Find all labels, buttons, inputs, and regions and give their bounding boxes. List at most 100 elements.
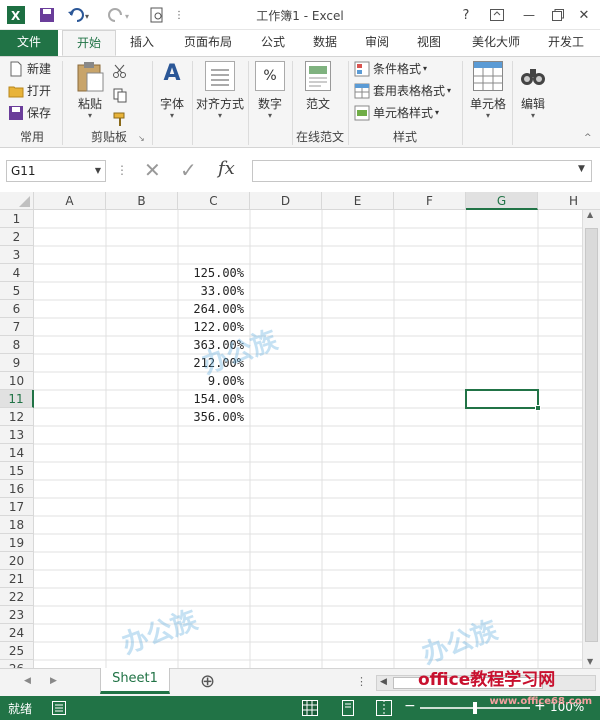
fill-handle[interactable] <box>535 405 541 411</box>
confirm-entry-icon[interactable]: ✓ <box>180 158 197 182</box>
row-header-21[interactable]: 21 <box>0 570 34 588</box>
row-header-12[interactable]: 12 <box>0 408 34 426</box>
column-header-g[interactable]: G <box>466 192 538 210</box>
row-header-6[interactable]: 6 <box>0 300 34 318</box>
row-header-24[interactable]: 24 <box>0 624 34 642</box>
name-box[interactable]: G11 ▼ <box>6 160 106 182</box>
row-header-7[interactable]: 7 <box>0 318 34 336</box>
row-header-2[interactable]: 2 <box>0 228 34 246</box>
row-header-3[interactable]: 3 <box>0 246 34 264</box>
tab-formulas[interactable]: 公式 <box>250 30 296 56</box>
cell-c6[interactable]: 264.00% <box>178 300 244 318</box>
page-layout-view-icon[interactable] <box>340 700 356 716</box>
row-header-9[interactable]: 9 <box>0 354 34 372</box>
vertical-scroll-thumb[interactable] <box>585 228 598 642</box>
expand-formula-icon[interactable]: ▼ <box>578 164 585 174</box>
sheet-tab-sheet1[interactable]: Sheet1 <box>100 668 170 694</box>
alignment-button[interactable]: 对齐方式 ▾ <box>194 61 246 120</box>
tab-developer[interactable]: 开发工 <box>538 30 600 56</box>
new-button[interactable]: 新建 <box>8 59 51 79</box>
restore-icon[interactable] <box>548 5 568 25</box>
cell-c7[interactable]: 122.00% <box>178 318 244 336</box>
tab-home[interactable]: 开始 <box>62 30 116 56</box>
ribbon-display-icon[interactable] <box>486 5 508 25</box>
tab-data[interactable]: 数据 <box>302 30 348 56</box>
open-button[interactable]: 打开 <box>8 81 51 101</box>
row-header-22[interactable]: 22 <box>0 588 34 606</box>
scroll-up-icon[interactable]: ▲ <box>587 210 593 219</box>
minimize-button[interactable]: — <box>518 5 540 25</box>
formula-input[interactable] <box>252 160 592 182</box>
save-button[interactable]: 保存 <box>8 103 51 123</box>
row-header-4[interactable]: 4 <box>0 264 34 282</box>
tab-review[interactable]: 审阅 <box>354 30 400 56</box>
cell-styles-button[interactable]: 单元格样式 ▾ <box>354 103 439 123</box>
column-header-a[interactable]: A <box>34 192 106 210</box>
macro-record-icon[interactable] <box>52 701 66 715</box>
active-cell[interactable] <box>465 389 541 411</box>
name-box-dropdown-icon[interactable]: ▼ <box>95 161 101 181</box>
cell-c5[interactable]: 33.00% <box>178 282 244 300</box>
dialog-launcher-icon[interactable]: ↘ <box>138 134 145 143</box>
column-header-f[interactable]: F <box>394 192 466 210</box>
row-header-20[interactable]: 20 <box>0 552 34 570</box>
row-header-1[interactable]: 1 <box>0 210 34 228</box>
scroll-down-icon[interactable]: ▼ <box>587 657 593 666</box>
row-header-10[interactable]: 10 <box>0 372 34 390</box>
row-header-26[interactable]: 26 <box>0 660 34 668</box>
font-button[interactable]: A 字体 ▾ <box>154 61 190 120</box>
close-button[interactable]: ✕ <box>574 5 594 25</box>
column-header-c[interactable]: C <box>178 192 250 210</box>
vertical-scrollbar[interactable]: ▲ ▼ <box>582 210 600 668</box>
tab-insert[interactable]: 插入 <box>118 30 166 56</box>
cut-button[interactable] <box>112 61 131 81</box>
next-sheet-icon[interactable]: ▶ <box>50 676 57 686</box>
column-header-e[interactable]: E <box>322 192 394 210</box>
collapse-ribbon-icon[interactable]: ^ <box>584 133 592 143</box>
tab-beautify[interactable]: 美化大师 <box>458 30 534 56</box>
row-header-11[interactable]: 11 <box>0 390 34 408</box>
format-painter-button[interactable] <box>112 109 131 129</box>
copy-button[interactable] <box>112 85 131 105</box>
paste-button[interactable]: 粘贴 ▾ <box>70 61 110 120</box>
worksheet-grid[interactable]: ABCDEFGH 1 2 3 4 5 6 7 8 9 10 11 12 13 14 15 16 17 18 19 20… <box>0 192 600 668</box>
insert-function-button[interactable]: fx <box>218 158 235 179</box>
cancel-entry-icon[interactable]: ✕ <box>144 158 161 182</box>
row-header-8[interactable]: 8 <box>0 336 34 354</box>
tab-split-grip-icon[interactable]: ⋮ <box>356 675 367 688</box>
row-header-17[interactable]: 17 <box>0 498 34 516</box>
cell-c9[interactable]: 212.00% <box>178 354 244 372</box>
format-as-table-button[interactable]: 套用表格格式 ▾ <box>354 81 451 101</box>
column-header-d[interactable]: D <box>250 192 322 210</box>
row-header-23[interactable]: 23 <box>0 606 34 624</box>
tab-view[interactable]: 视图 <box>406 30 452 56</box>
row-header-19[interactable]: 19 <box>0 534 34 552</box>
number-button[interactable]: % 数字 ▾ <box>252 61 288 120</box>
row-header-25[interactable]: 25 <box>0 642 34 660</box>
select-all-corner[interactable] <box>0 192 34 210</box>
row-header-14[interactable]: 14 <box>0 444 34 462</box>
cell-c8[interactable]: 363.00% <box>178 336 244 354</box>
editing-button[interactable]: 编辑 ▾ <box>514 61 552 120</box>
cell-c10[interactable]: 9.00% <box>178 372 244 390</box>
column-header-b[interactable]: B <box>106 192 178 210</box>
row-header-16[interactable]: 16 <box>0 480 34 498</box>
prev-sheet-icon[interactable]: ◀ <box>24 676 31 686</box>
row-header-13[interactable]: 13 <box>0 426 34 444</box>
cell-c11[interactable]: 154.00% <box>178 390 244 408</box>
row-header-15[interactable]: 15 <box>0 462 34 480</box>
scroll-left-icon[interactable]: ◀ <box>380 677 387 687</box>
tab-page-layout[interactable]: 页面布局 <box>170 30 246 56</box>
row-header-5[interactable]: 5 <box>0 282 34 300</box>
template-button[interactable]: 范文 <box>298 61 338 112</box>
add-sheet-button[interactable]: ⊕ <box>200 671 215 692</box>
row-header-18[interactable]: 18 <box>0 516 34 534</box>
page-break-view-icon[interactable] <box>376 700 392 716</box>
cell-c12[interactable]: 356.00% <box>178 408 244 426</box>
tab-file[interactable]: 文件 <box>0 30 58 56</box>
cells-button[interactable]: 单元格 ▾ <box>466 61 510 120</box>
help-button[interactable]: ? <box>456 5 476 25</box>
cell-c4[interactable]: 125.00% <box>178 264 244 282</box>
normal-view-icon[interactable] <box>302 700 318 716</box>
conditional-format-button[interactable]: 条件格式 ▾ <box>354 59 427 79</box>
